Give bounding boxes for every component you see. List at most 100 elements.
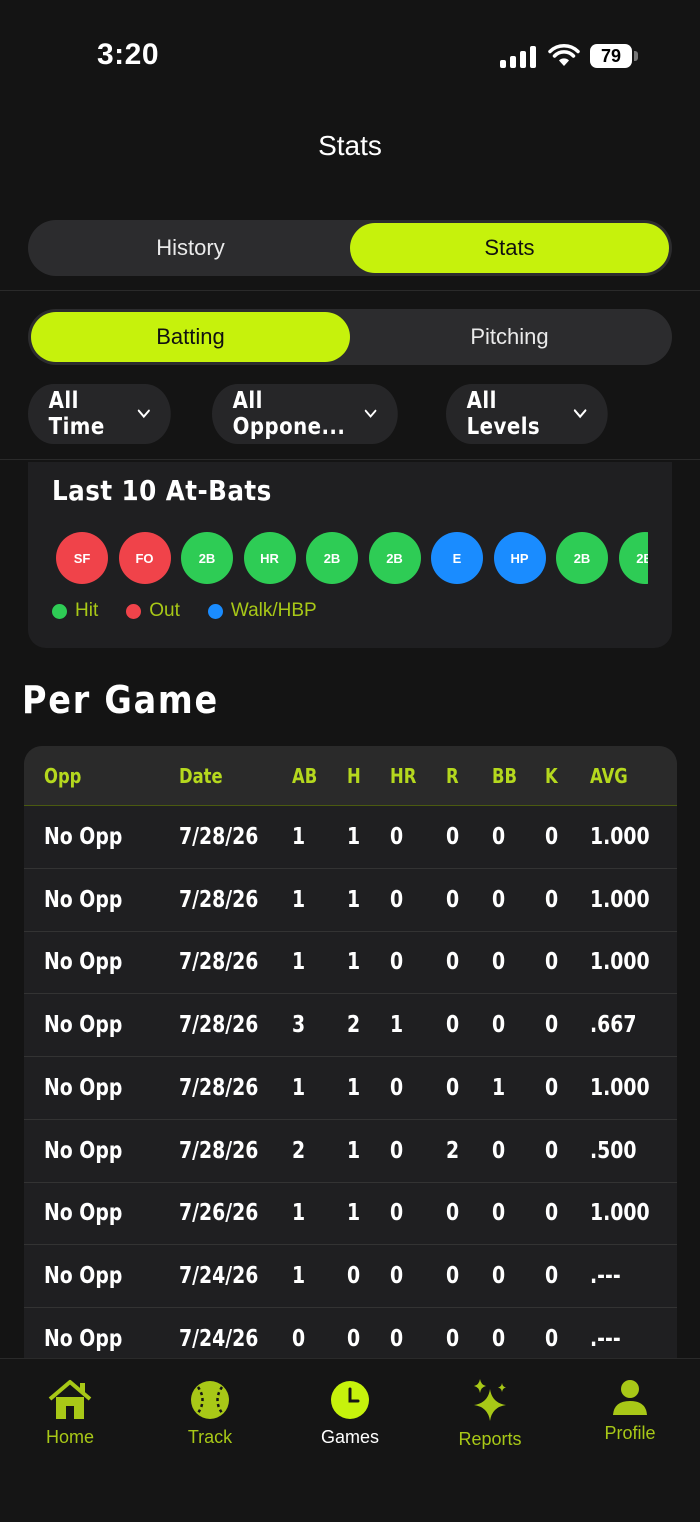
table-row[interactable]: No Opp 7/28/26 1 1 0 0 0 0 1.000	[24, 869, 677, 932]
tab-stats[interactable]: Stats	[350, 223, 669, 273]
table-cell-bb: 0	[492, 886, 506, 913]
table-cell-ab: 1	[292, 949, 306, 976]
tab-profile[interactable]: Profile	[560, 1379, 700, 1444]
table-header: Opp Date AB H HR R BB K AVG	[24, 746, 677, 806]
tab-history[interactable]: History	[31, 223, 350, 273]
table-cell-h: 2	[347, 1012, 361, 1039]
tab-batting[interactable]: Batting	[31, 312, 350, 362]
table-cell-avg: 1.000	[590, 1200, 650, 1227]
tab-games[interactable]: Games	[280, 1379, 420, 1448]
table-cell-k: 0	[545, 1074, 559, 1101]
last-at-bats-title: Last 10 At-Bats	[52, 474, 272, 507]
table-cell-avg: .500	[590, 1137, 637, 1164]
out-dot-icon	[126, 603, 142, 619]
at-bat-chip[interactable]: 2B	[181, 532, 233, 584]
table-cell-r: 0	[446, 824, 460, 850]
at-bat-chip[interactable]: HR	[243, 532, 296, 584]
legend-label: Hit	[75, 600, 99, 621]
table-cell-h: 1	[347, 824, 361, 850]
table-cell-bb: 0	[492, 1137, 506, 1164]
table-cell-r: 2	[446, 1137, 460, 1164]
table-cell-avg: 1.000	[590, 949, 650, 976]
tab-track[interactable]: Track	[140, 1379, 280, 1448]
table-cell-k: 0	[545, 886, 559, 913]
table-cell-r: 0	[446, 886, 460, 913]
table-cell-ab: 1	[292, 824, 306, 850]
tab-home[interactable]: Home	[0, 1379, 140, 1448]
table-cell-k: 0	[545, 1262, 559, 1289]
column-header-opp: Opp	[44, 764, 82, 788]
column-header-bb: BB	[492, 764, 518, 788]
table-cell-bb: 0	[492, 1262, 506, 1289]
table-row[interactable]: No Opp 7/28/26 2 1 0 2 0 0 .500	[24, 1120, 677, 1183]
table-cell-ab: 1	[292, 1074, 306, 1101]
at-bat-legend: Hit Out Walk/HBP	[52, 600, 317, 622]
tab-reports[interactable]: Reports	[420, 1377, 560, 1450]
table-row[interactable]: No Opp 7/26/26 1 1 0 0 0 0 1.000	[24, 1182, 677, 1246]
at-bat-chip-list[interactable]: SFFO2BHR2B2BEHP2B2B	[56, 532, 648, 586]
filter-bar: All Time All Oppone... All Levels	[28, 384, 634, 444]
chevron-down-icon	[573, 409, 587, 419]
legend-label: Out	[149, 600, 180, 621]
table-cell-h: 1	[347, 1200, 361, 1227]
at-bat-chip[interactable]: FO	[118, 532, 171, 584]
table-cell-opp: No Opp	[44, 1137, 123, 1164]
table-row[interactable]: No Opp 7/24/26 1 0 0 0 0 0 .---	[24, 1245, 677, 1308]
table-cell-date: 7/28/26	[179, 824, 259, 850]
table-cell-date: 7/26/26	[179, 1200, 259, 1227]
table-cell-date: 7/24/26	[179, 1262, 259, 1289]
home-icon	[48, 1380, 92, 1419]
at-bat-chip[interactable]: HP	[493, 532, 546, 584]
table-cell-opp: No Opp	[44, 824, 123, 850]
table-cell-avg: 1.000	[590, 886, 650, 913]
at-bat-chip[interactable]: 2B	[306, 532, 358, 584]
table-cell-k: 0	[545, 1137, 559, 1164]
table-cell-opp: No Opp	[44, 1074, 123, 1101]
column-header-h: H	[347, 764, 361, 788]
table-cell-opp: No Opp	[44, 949, 123, 976]
cellular-signal-icon	[500, 46, 536, 68]
table-cell-k: 0	[545, 949, 559, 976]
table-cell-date: 7/28/26	[179, 1137, 259, 1164]
column-header-date: Date	[179, 764, 223, 788]
table-cell-hr: 0	[390, 886, 404, 913]
chevron-down-icon	[364, 409, 377, 418]
table-cell-ab: 1	[292, 1200, 306, 1227]
table-cell-opp: No Opp	[44, 1262, 123, 1289]
at-bat-chip[interactable]: 2B	[556, 532, 608, 584]
at-bat-chip[interactable]: 2B	[368, 532, 421, 584]
hit-dot-icon	[52, 603, 67, 619]
level-filter-dropdown[interactable]: All Levels	[446, 384, 608, 444]
table-row[interactable]: No Opp 7/28/26 1 1 0 0 0 0 1.000	[24, 931, 677, 995]
at-bat-chip[interactable]: E	[431, 532, 483, 584]
table-row[interactable]: No Opp 7/28/26 1 1 0 0 1 0 1.000	[24, 1057, 677, 1120]
battery-indicator: 79	[590, 44, 632, 68]
table-row[interactable]: No Opp 7/24/26 0 0 0 0 0 0 .---	[24, 1308, 677, 1358]
table-cell-hr: 0	[390, 1137, 404, 1164]
table-cell-opp: No Opp	[44, 1012, 123, 1039]
table-row[interactable]: No Opp 7/28/26 3 2 1 0 0 0 .667	[24, 994, 677, 1058]
at-bat-chip[interactable]: SF	[56, 532, 108, 584]
status-time: 3:20	[97, 38, 160, 71]
table-cell-hr: 0	[390, 949, 404, 976]
tab-label: Home	[45, 1427, 94, 1447]
page-title: Stats	[318, 130, 382, 161]
legend-item-hit: Hit	[52, 600, 98, 622]
walk-dot-icon	[207, 603, 223, 619]
table-cell-date: 7/28/26	[179, 1074, 259, 1101]
table-cell-k: 0	[545, 1012, 559, 1039]
tab-label: Profile	[604, 1423, 656, 1443]
table-row[interactable]: No Opp 7/28/26 1 1 0 0 0 0 1.000	[24, 806, 677, 869]
clock-icon	[331, 1381, 369, 1419]
table-cell-h: 1	[347, 1137, 361, 1164]
opponent-filter-dropdown[interactable]: All Oppone...	[212, 384, 398, 444]
table-cell-hr: 0	[390, 1074, 404, 1101]
level-filter-label: All Levels	[466, 388, 541, 440]
tab-pitching[interactable]: Pitching	[350, 312, 669, 362]
table-cell-hr: 0	[390, 1262, 404, 1289]
status-bar: 3:20 79	[0, 0, 700, 110]
person-icon	[613, 1380, 647, 1415]
time-filter-dropdown[interactable]: All Time	[28, 384, 171, 444]
chevron-down-icon	[137, 409, 150, 419]
at-bat-chip[interactable]: 2B	[618, 532, 648, 584]
